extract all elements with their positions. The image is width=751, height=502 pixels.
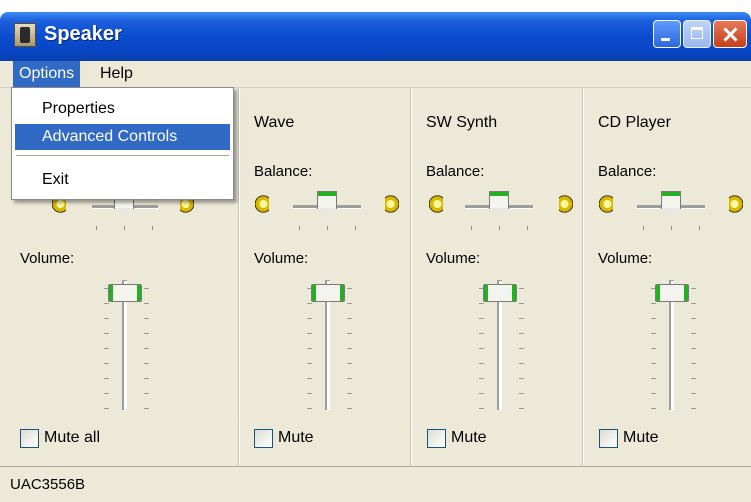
menu-help[interactable]: Help xyxy=(94,61,139,87)
menu-item-advanced-controls[interactable]: Advanced Controls xyxy=(15,124,230,150)
volume-slider[interactable] xyxy=(108,284,142,302)
balance-label: Balance: xyxy=(254,163,313,180)
speaker-right-icon xyxy=(729,193,743,215)
channel-title: Wave xyxy=(254,114,295,131)
options-dropdown-menu: Properties Advanced Controls Exit xyxy=(11,87,234,200)
menu-item-exit[interactable]: Exit xyxy=(15,167,230,193)
volume-label: Volume: xyxy=(426,250,481,267)
volume-label: Volume: xyxy=(598,250,653,267)
balance-label: Balance: xyxy=(598,163,657,180)
speaker-left-icon xyxy=(429,193,443,215)
mute-label: Mute xyxy=(623,429,659,446)
mute-label: Mute xyxy=(451,429,487,446)
menu-item-label: Exit xyxy=(42,171,69,188)
channel-title: SW Synth xyxy=(426,114,498,131)
volume-slider[interactable] xyxy=(483,284,517,302)
checkbox[interactable] xyxy=(427,429,446,448)
volume-label: Volume: xyxy=(20,250,75,267)
menu-item-label: Advanced Controls xyxy=(42,128,178,145)
volume-slider[interactable] xyxy=(655,284,689,302)
balance-slider[interactable] xyxy=(661,191,681,219)
close-button[interactable] xyxy=(713,20,747,48)
window-title: Speaker xyxy=(44,23,122,45)
title-bar[interactable]: Speaker xyxy=(0,12,751,61)
channel-cd-player: CD Player Balance: Volume: Mute xyxy=(582,88,751,466)
mute-label: Mute xyxy=(278,429,314,446)
checkbox[interactable] xyxy=(599,429,618,448)
menu-separator xyxy=(16,155,229,156)
speaker-left-icon xyxy=(599,193,613,215)
channel-title: CD Player xyxy=(598,114,671,131)
balance-slider[interactable] xyxy=(489,191,509,219)
speaker-left-icon xyxy=(255,193,269,215)
checkbox[interactable] xyxy=(254,429,273,448)
channel-sw-synth: SW Synth Balance: Volume: Mute xyxy=(410,88,583,466)
menu-options[interactable]: Options xyxy=(13,61,81,87)
volume-label: Volume: xyxy=(254,250,309,267)
checkbox[interactable] xyxy=(20,429,39,448)
volume-slider[interactable] xyxy=(311,284,345,302)
speaker-right-icon xyxy=(559,193,573,215)
status-text: UAC3556B xyxy=(10,476,86,493)
menu-bar: Options Help xyxy=(0,61,751,87)
menu-item-properties[interactable]: Properties xyxy=(15,96,230,122)
menu-item-label: Properties xyxy=(42,100,115,117)
app-speaker-icon[interactable] xyxy=(14,23,36,47)
minimize-button[interactable] xyxy=(653,20,681,48)
balance-slider[interactable] xyxy=(317,191,337,219)
maximize-button xyxy=(683,20,711,48)
speaker-right-icon xyxy=(385,193,399,215)
status-bar: UAC3556B xyxy=(0,466,751,502)
channel-wave: Wave Balance: Volume: Mute xyxy=(238,88,411,466)
mute-all-label: Mute all xyxy=(44,429,101,446)
balance-label: Balance: xyxy=(426,163,485,180)
